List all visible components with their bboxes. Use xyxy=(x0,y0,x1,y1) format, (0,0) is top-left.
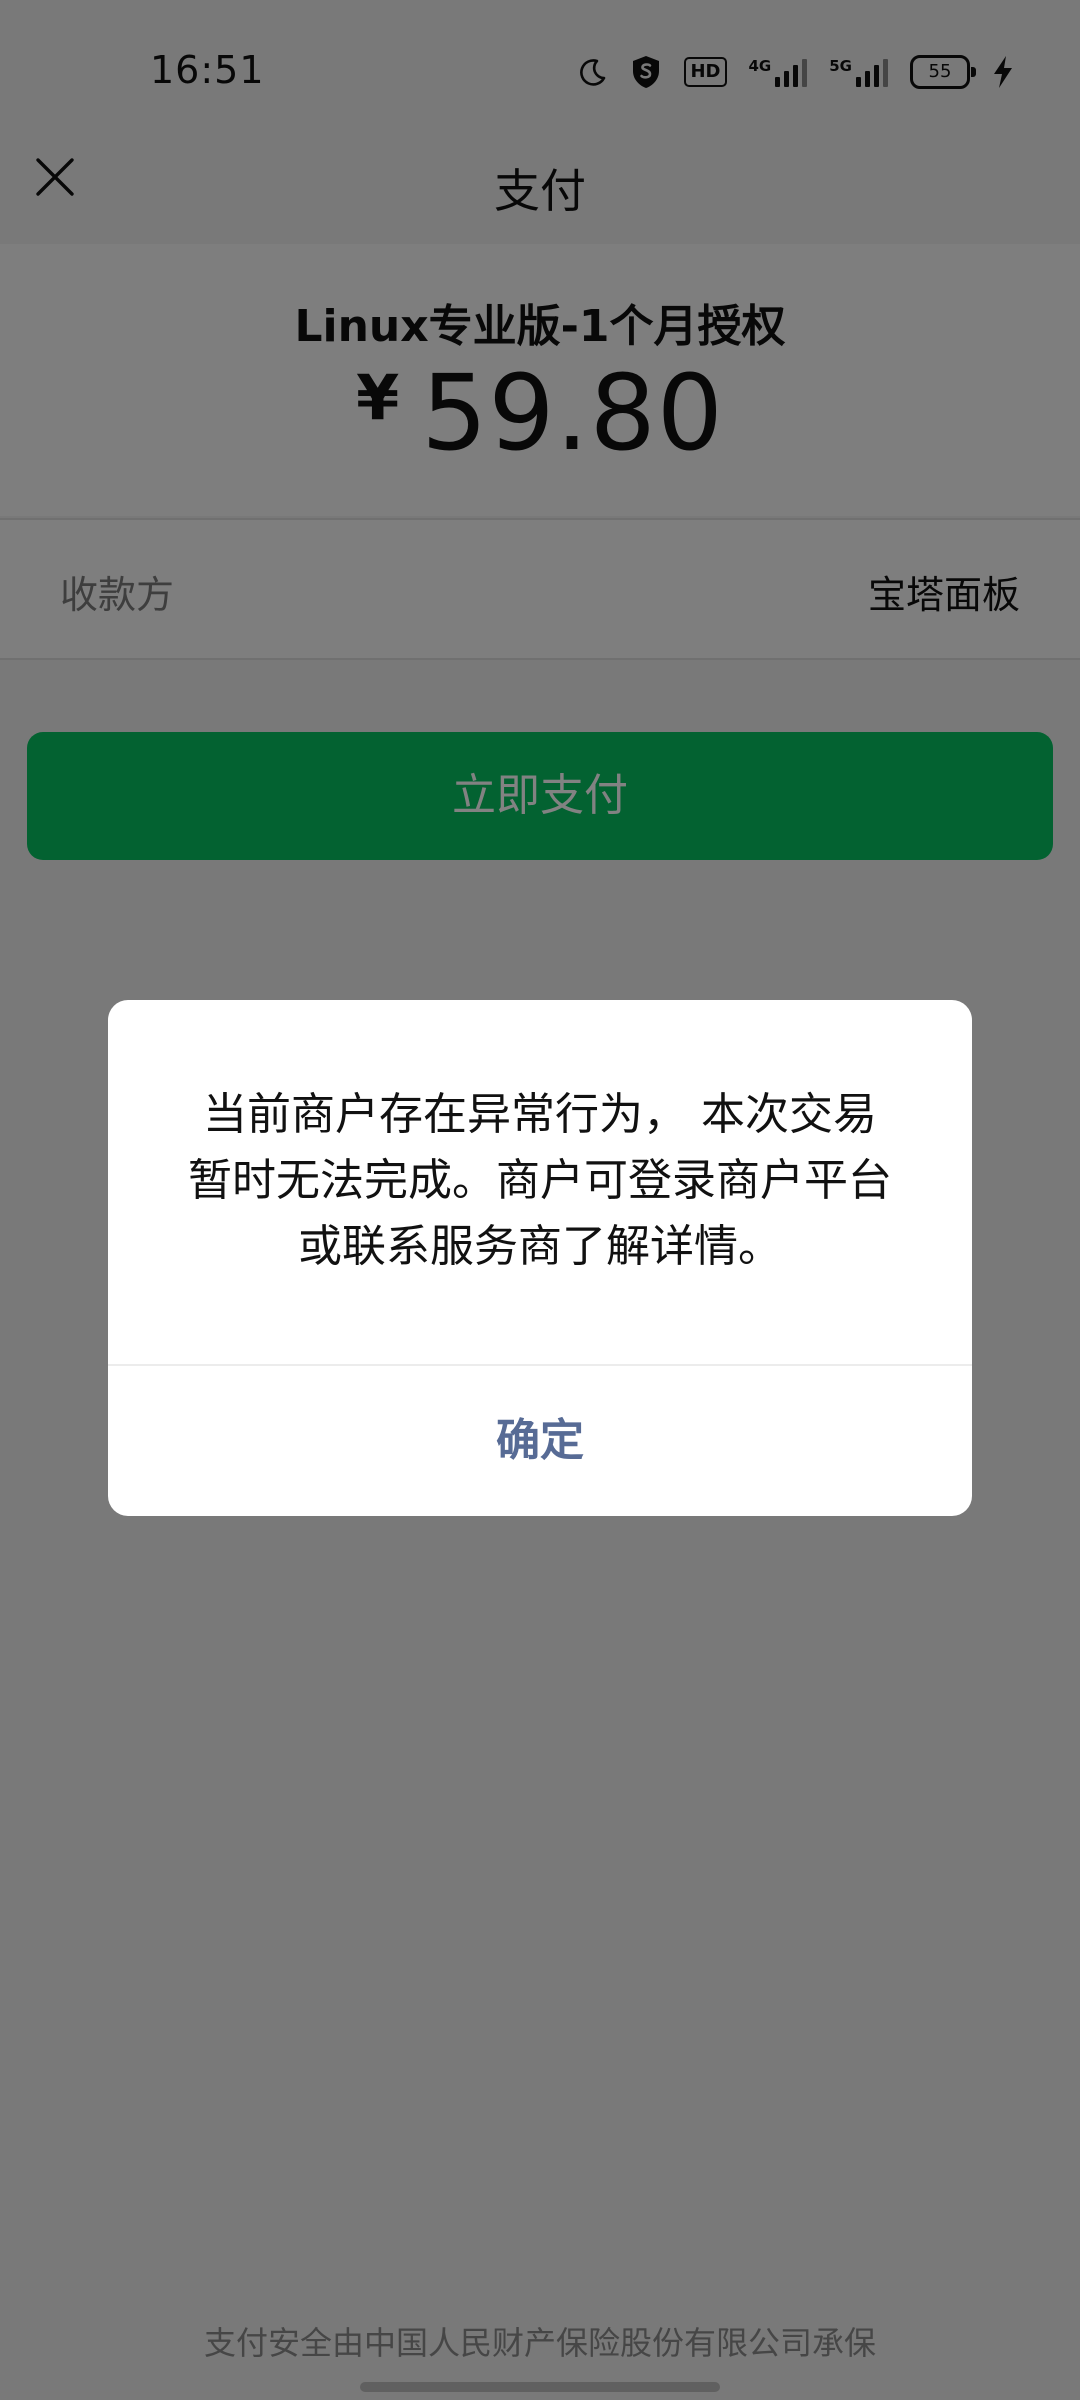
dialog-message: 当前商户存在异常行为， 本次交易暂时无法完成。商户可登录商户平台或联系服务商了解… xyxy=(188,1089,892,1272)
confirm-button[interactable]: 确定 xyxy=(108,1366,972,1516)
alert-dialog: 当前商户存在异常行为， 本次交易暂时无法完成。商户可登录商户平台或联系服务商了解… xyxy=(108,1000,972,1516)
